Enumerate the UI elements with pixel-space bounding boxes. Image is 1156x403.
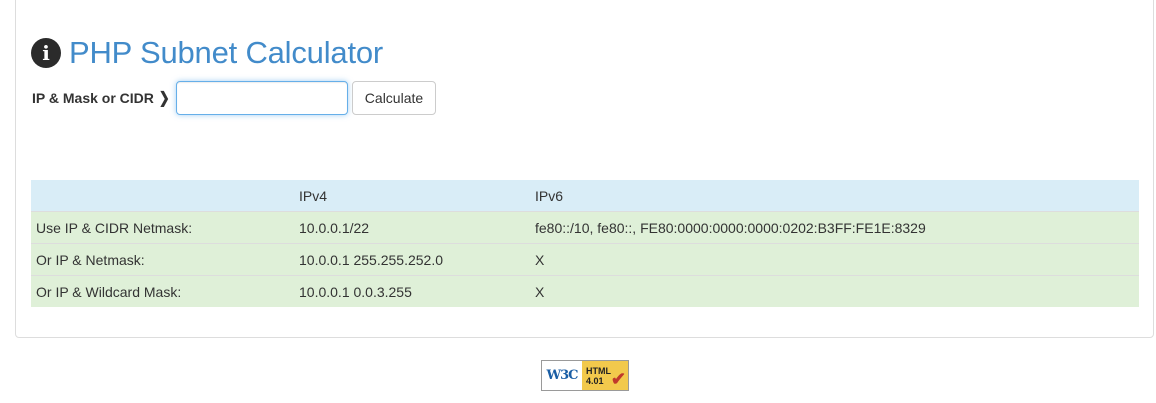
ipv6-value: X — [530, 275, 1139, 307]
w3c-logo: W3C — [542, 361, 582, 390]
checkmark-icon: ✔ — [610, 369, 626, 389]
ipv6-value: X — [530, 243, 1139, 276]
html-version-label: HTML 4.01 ✔ — [582, 361, 628, 390]
ipv4-value: 10.0.0.1 255.255.252.0 — [294, 243, 530, 276]
row-label: Or IP & Wildcard Mask: — [31, 275, 294, 307]
ipv4-value: 10.0.0.1/22 — [294, 211, 530, 244]
chevron-right-icon: ❯ — [158, 88, 170, 107]
table-header-row: IPv4 IPv6 — [31, 180, 1139, 212]
title-row: i PHP Subnet Calculator — [31, 35, 383, 71]
subnet-form: IP & Mask or CIDR ❯ Calculate — [32, 81, 437, 115]
ip-mask-label: IP & Mask or CIDR — [32, 90, 154, 106]
header-cell-ipv6: IPv6 — [530, 180, 1139, 212]
header-cell-blank — [31, 180, 294, 212]
header-cell-ipv4: IPv4 — [294, 180, 530, 212]
table-row: Or IP & Netmask: 10.0.0.1 255.255.252.0 … — [31, 243, 1139, 276]
page-title: PHP Subnet Calculator — [69, 35, 384, 70]
ipv4-value: 10.0.0.1 0.0.3.255 — [294, 275, 530, 307]
info-icon: i — [31, 38, 61, 68]
table-row: Or IP & Wildcard Mask: 10.0.0.1 0.0.3.25… — [31, 275, 1139, 307]
row-label: Use IP & CIDR Netmask: — [31, 211, 294, 244]
calculate-button[interactable]: Calculate — [351, 81, 437, 115]
table-row: Use IP & CIDR Netmask: 10.0.0.1/22 fe80:… — [31, 211, 1139, 244]
ipv6-value: fe80::/10, fe80::, FE80:0000:0000:0000:0… — [530, 211, 1139, 244]
ip-cidr-input[interactable] — [175, 81, 348, 115]
results-table: IPv4 IPv6 Use IP & CIDR Netmask: 10.0.0.… — [31, 180, 1139, 307]
row-label: Or IP & Netmask: — [31, 243, 294, 276]
w3c-html-validation-badge[interactable]: W3C HTML 4.01 ✔ — [541, 360, 629, 391]
